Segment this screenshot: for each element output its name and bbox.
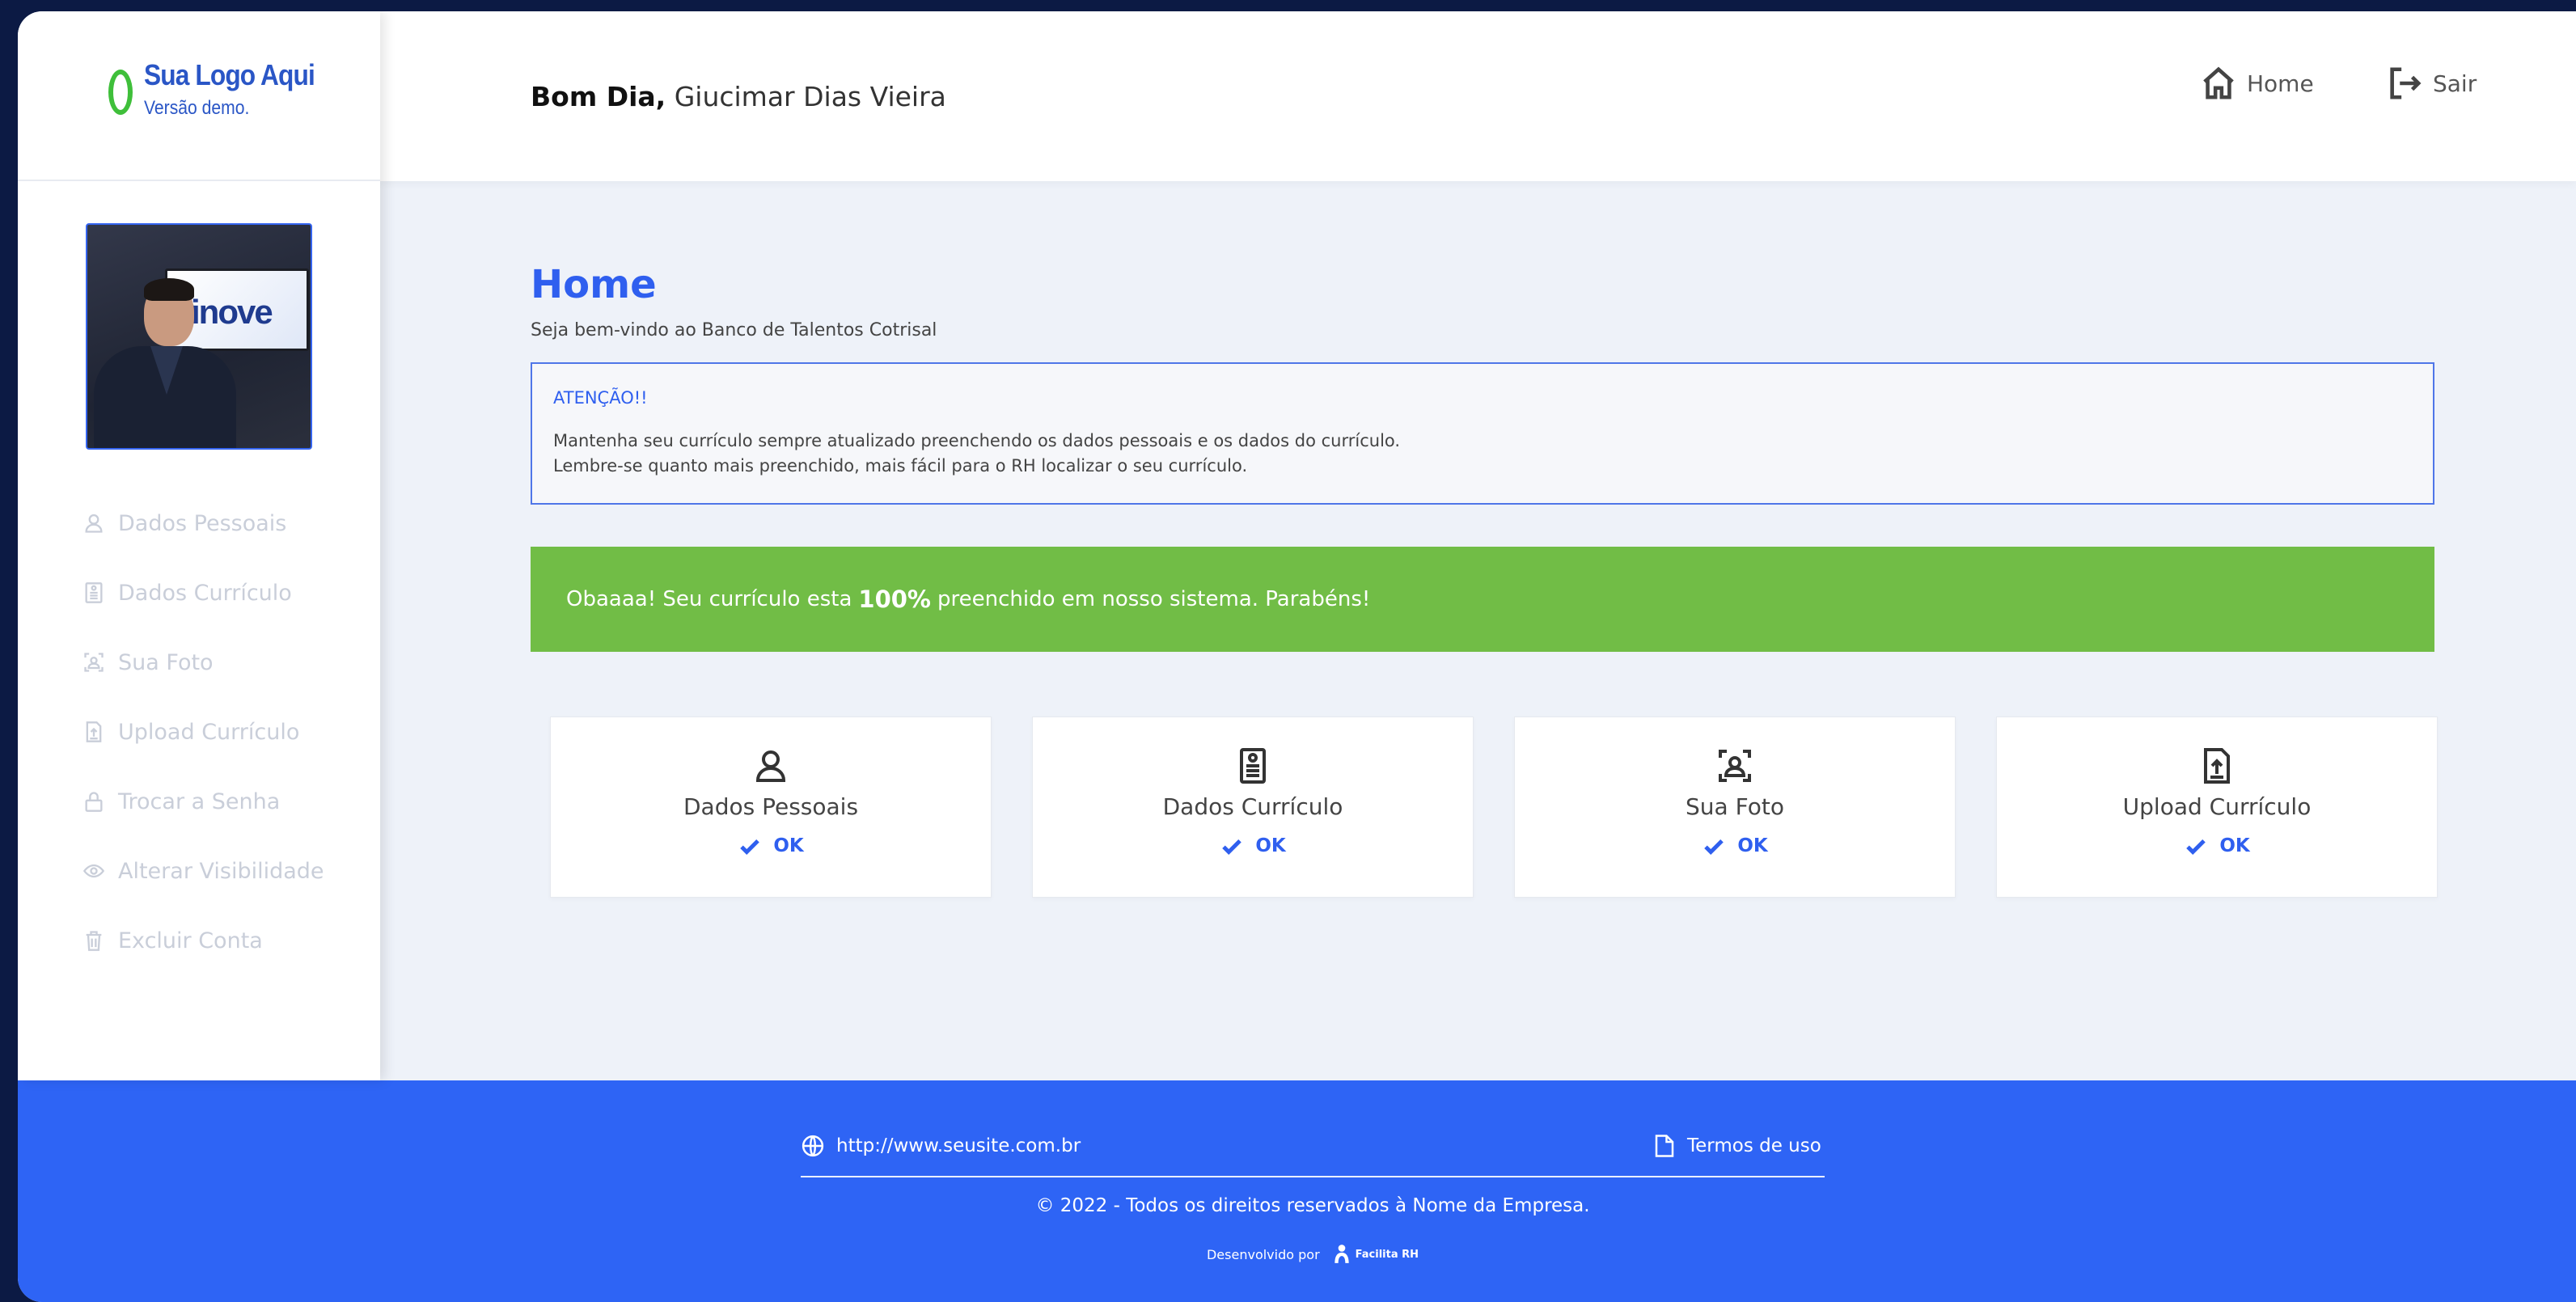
logo[interactable]: Sua Logo Aqui Versão demo. (18, 11, 380, 181)
alert-line: Lembre-se quanto mais preenchido, mais f… (553, 456, 1248, 476)
developed-by-label: Desenvolvido por (1206, 1246, 1320, 1262)
upload-file-icon (2197, 746, 2236, 785)
logo-subtitle: Versão demo. (144, 97, 250, 119)
developer-brand[interactable]: Facilita RH (1331, 1244, 1419, 1265)
sidebar-item-label: Sua Foto (118, 649, 214, 675)
attention-alert: ATENÇÃO!! Mantenha seu currículo sempre … (531, 362, 2434, 505)
sidebar-item-label: Trocar a Senha (118, 788, 281, 814)
card-status: OK (1033, 834, 1473, 858)
card-status-text: OK (2219, 835, 2250, 856)
developed-by: Desenvolvido por Facilita RH (801, 1244, 1825, 1265)
top-header: Bom Dia, Giucimar Dias Vieira Home Sair (380, 11, 2576, 181)
copyright: © 2022 - Todos os direitos reservados à … (1035, 1195, 1590, 1216)
logo-title: Sua Logo Aqui (144, 58, 315, 91)
card-label: Dados Currículo (1162, 793, 1343, 820)
completion-banner: Obaaaa! Seu currículo esta 100% preenchi… (531, 547, 2434, 652)
card-status: OK (551, 834, 991, 858)
greeting: Bom Dia, Giucimar Dias Vieira (531, 81, 946, 112)
check-icon (2186, 839, 2206, 856)
card-status-text: OK (773, 835, 804, 856)
card-label: Upload Currículo (2122, 793, 2312, 820)
sidebar-item-label: Alterar Visibilidade (118, 858, 324, 884)
page-title: Home (531, 262, 657, 307)
completion-percent: 100% (858, 585, 931, 613)
card-dados-curriculo[interactable]: Dados Currículo OK (1032, 717, 1474, 898)
card-status: OK (1997, 834, 2437, 858)
document-list-icon (1233, 746, 1272, 785)
camera-frame-icon (1715, 746, 1754, 785)
sidebar-item-label: Upload Currículo (118, 719, 300, 745)
sidebar-item-alterar-visibilidade[interactable]: Alterar Visibilidade (18, 836, 380, 906)
site-link[interactable]: http://www.seusite.com.br (801, 1134, 1081, 1158)
completion-suffix: preenchido em nosso sistema. Parabéns! (937, 587, 1371, 611)
alert-title: ATENÇÃO!! (553, 388, 648, 408)
camera-frame-icon (82, 651, 105, 674)
eye-icon (82, 860, 105, 882)
card-sua-foto[interactable]: Sua Foto OK (1514, 717, 1956, 898)
sidebar: Sua Logo Aqui Versão demo. inove Dados P… (18, 11, 380, 1080)
alert-line: Mantenha seu currículo sempre atualizado… (553, 431, 1401, 450)
card-label: Dados Pessoais (683, 793, 859, 820)
card-dados-pessoais[interactable]: Dados Pessoais OK (550, 717, 992, 898)
sidebar-item-trocar-senha[interactable]: Trocar a Senha (18, 767, 380, 836)
document-list-icon (82, 581, 105, 604)
photo-person-hair (144, 278, 194, 301)
app-window: Sua Logo Aqui Versão demo. inove Dados P… (18, 11, 2576, 1302)
sidebar-item-upload-curriculo[interactable]: Upload Currículo (18, 697, 380, 767)
lock-icon (82, 790, 105, 813)
user-name: Giucimar Dias Vieira (674, 81, 946, 112)
card-upload-curriculo[interactable]: Upload Currículo OK (1996, 717, 2438, 898)
site-link-label: http://www.seusite.com.br (836, 1135, 1081, 1156)
footer-divider (801, 1176, 1825, 1177)
check-icon (1704, 839, 1724, 856)
greeting-prefix: Bom Dia, (531, 81, 666, 112)
photo-tv-text: inove (191, 293, 273, 331)
sidebar-item-dados-curriculo[interactable]: Dados Currículo (18, 558, 380, 628)
profile-photo: inove (86, 223, 312, 450)
page-subtitle: Seja bem-vindo ao Banco de Talentos Cotr… (531, 320, 937, 340)
sidebar-item-sua-foto[interactable]: Sua Foto (18, 628, 380, 697)
check-icon (740, 839, 760, 856)
logout-link[interactable]: Sair (2386, 65, 2477, 102)
card-status-text: OK (1737, 835, 1768, 856)
home-icon (2203, 66, 2234, 99)
logout-link-label: Sair (2433, 70, 2477, 97)
sidebar-item-dados-pessoais[interactable]: Dados Pessoais (18, 488, 380, 558)
sidebar-nav: Dados Pessoais Dados Currículo Sua Foto … (18, 488, 380, 975)
home-link-label: Home (2247, 70, 2314, 97)
logout-icon (2390, 67, 2422, 99)
main-content: Home Seja bem-vindo ao Banco de Talentos… (380, 181, 2576, 1080)
brand-figure-icon (1334, 1245, 1349, 1263)
completion-prefix: Obaaaa! Seu currículo esta (566, 587, 852, 611)
user-icon (82, 512, 105, 535)
trash-icon (82, 929, 105, 952)
document-icon (1655, 1135, 1674, 1157)
sidebar-item-label: Dados Currículo (118, 580, 292, 606)
check-icon (1222, 839, 1242, 856)
upload-file-icon (82, 721, 105, 743)
card-status-text: OK (1255, 835, 1286, 856)
card-label: Sua Foto (1686, 793, 1784, 820)
card-status: OK (1515, 834, 1955, 858)
footer: http://www.seusite.com.br Termos de uso … (18, 1080, 2576, 1302)
logo-ring-icon (108, 70, 133, 115)
sidebar-item-label: Excluir Conta (118, 928, 263, 953)
sidebar-item-excluir-conta[interactable]: Excluir Conta (18, 906, 380, 975)
home-link[interactable]: Home (2200, 65, 2314, 102)
terms-link-label: Termos de uso (1687, 1135, 1821, 1156)
developer-brand-name: Facilita RH (1355, 1248, 1419, 1261)
user-icon (751, 746, 790, 785)
globe-icon (802, 1135, 824, 1157)
sidebar-item-label: Dados Pessoais (118, 510, 287, 536)
terms-link[interactable]: Termos de uso (1653, 1134, 1821, 1158)
